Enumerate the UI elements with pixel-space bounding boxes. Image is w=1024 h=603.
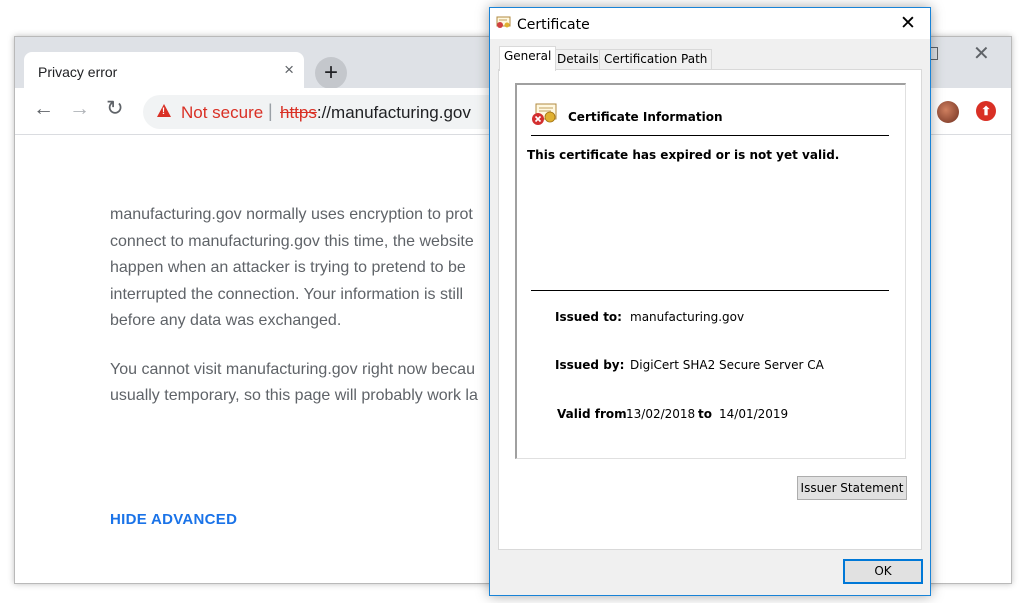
url-text[interactable]: https://manufacturing.gov	[280, 103, 471, 123]
header-divider	[531, 135, 889, 136]
certificate-dialog: Certificate ✕ General Details Certificat…	[489, 7, 931, 596]
issued-to-label: Issued to:	[555, 310, 622, 324]
tab-certification-path[interactable]: Certification Path	[599, 49, 713, 70]
certificate-icon	[496, 16, 511, 28]
url-separator: |	[268, 101, 273, 121]
window-close-icon[interactable]: ✕	[973, 41, 990, 66]
warning-icon[interactable]	[157, 104, 171, 117]
certificate-error-icon	[532, 103, 557, 125]
certificate-status-text: This certificate has expired or is not y…	[527, 148, 840, 162]
reload-icon[interactable]: ↻	[106, 97, 124, 121]
issued-to-value: manufacturing.gov	[630, 310, 745, 324]
issued-by-value: DigiCert SHA2 Secure Server CA	[630, 358, 824, 372]
hide-advanced-link[interactable]: HIDE ADVANCED	[110, 511, 237, 528]
new-tab-button[interactable]: +	[315, 57, 347, 89]
dialog-title: Certificate	[517, 17, 590, 33]
forward-icon[interactable]: →	[69, 97, 90, 121]
tab-title: Privacy error	[38, 64, 118, 80]
certificate-information-heading: Certificate Information	[568, 110, 723, 124]
issuer-statement-button[interactable]: Issuer Statement	[797, 476, 907, 500]
url-scheme: https	[280, 103, 317, 122]
valid-from-value: 13/02/2018	[626, 407, 696, 421]
profile-avatar[interactable]	[937, 101, 959, 123]
back-icon[interactable]: ←	[33, 97, 54, 121]
valid-from-label: Valid from	[557, 407, 627, 421]
certificate-info-box: Certificate Information This certificate…	[515, 83, 906, 459]
dialog-title-bar[interactable]: Certificate ✕	[490, 8, 930, 39]
tab-close-icon[interactable]: ×	[284, 61, 294, 78]
dialog-close-icon[interactable]: ✕	[900, 12, 916, 35]
tab-privacy-error[interactable]: Privacy error ×	[24, 52, 304, 88]
valid-to-label: to	[698, 407, 712, 421]
details-divider	[531, 290, 889, 291]
valid-to-value: 14/01/2019	[719, 407, 789, 421]
tab-details[interactable]: Details	[552, 49, 604, 70]
extension-update-icon[interactable]: ⬆	[976, 101, 996, 121]
ok-button[interactable]: OK	[843, 559, 923, 584]
general-tab-panel: Certificate Information This certificate…	[498, 69, 922, 550]
not-secure-label[interactable]: Not secure	[181, 103, 263, 123]
issued-by-label: Issued by:	[555, 358, 625, 372]
url-host: ://manufacturing.gov	[316, 103, 471, 122]
tab-general[interactable]: General	[499, 46, 557, 71]
